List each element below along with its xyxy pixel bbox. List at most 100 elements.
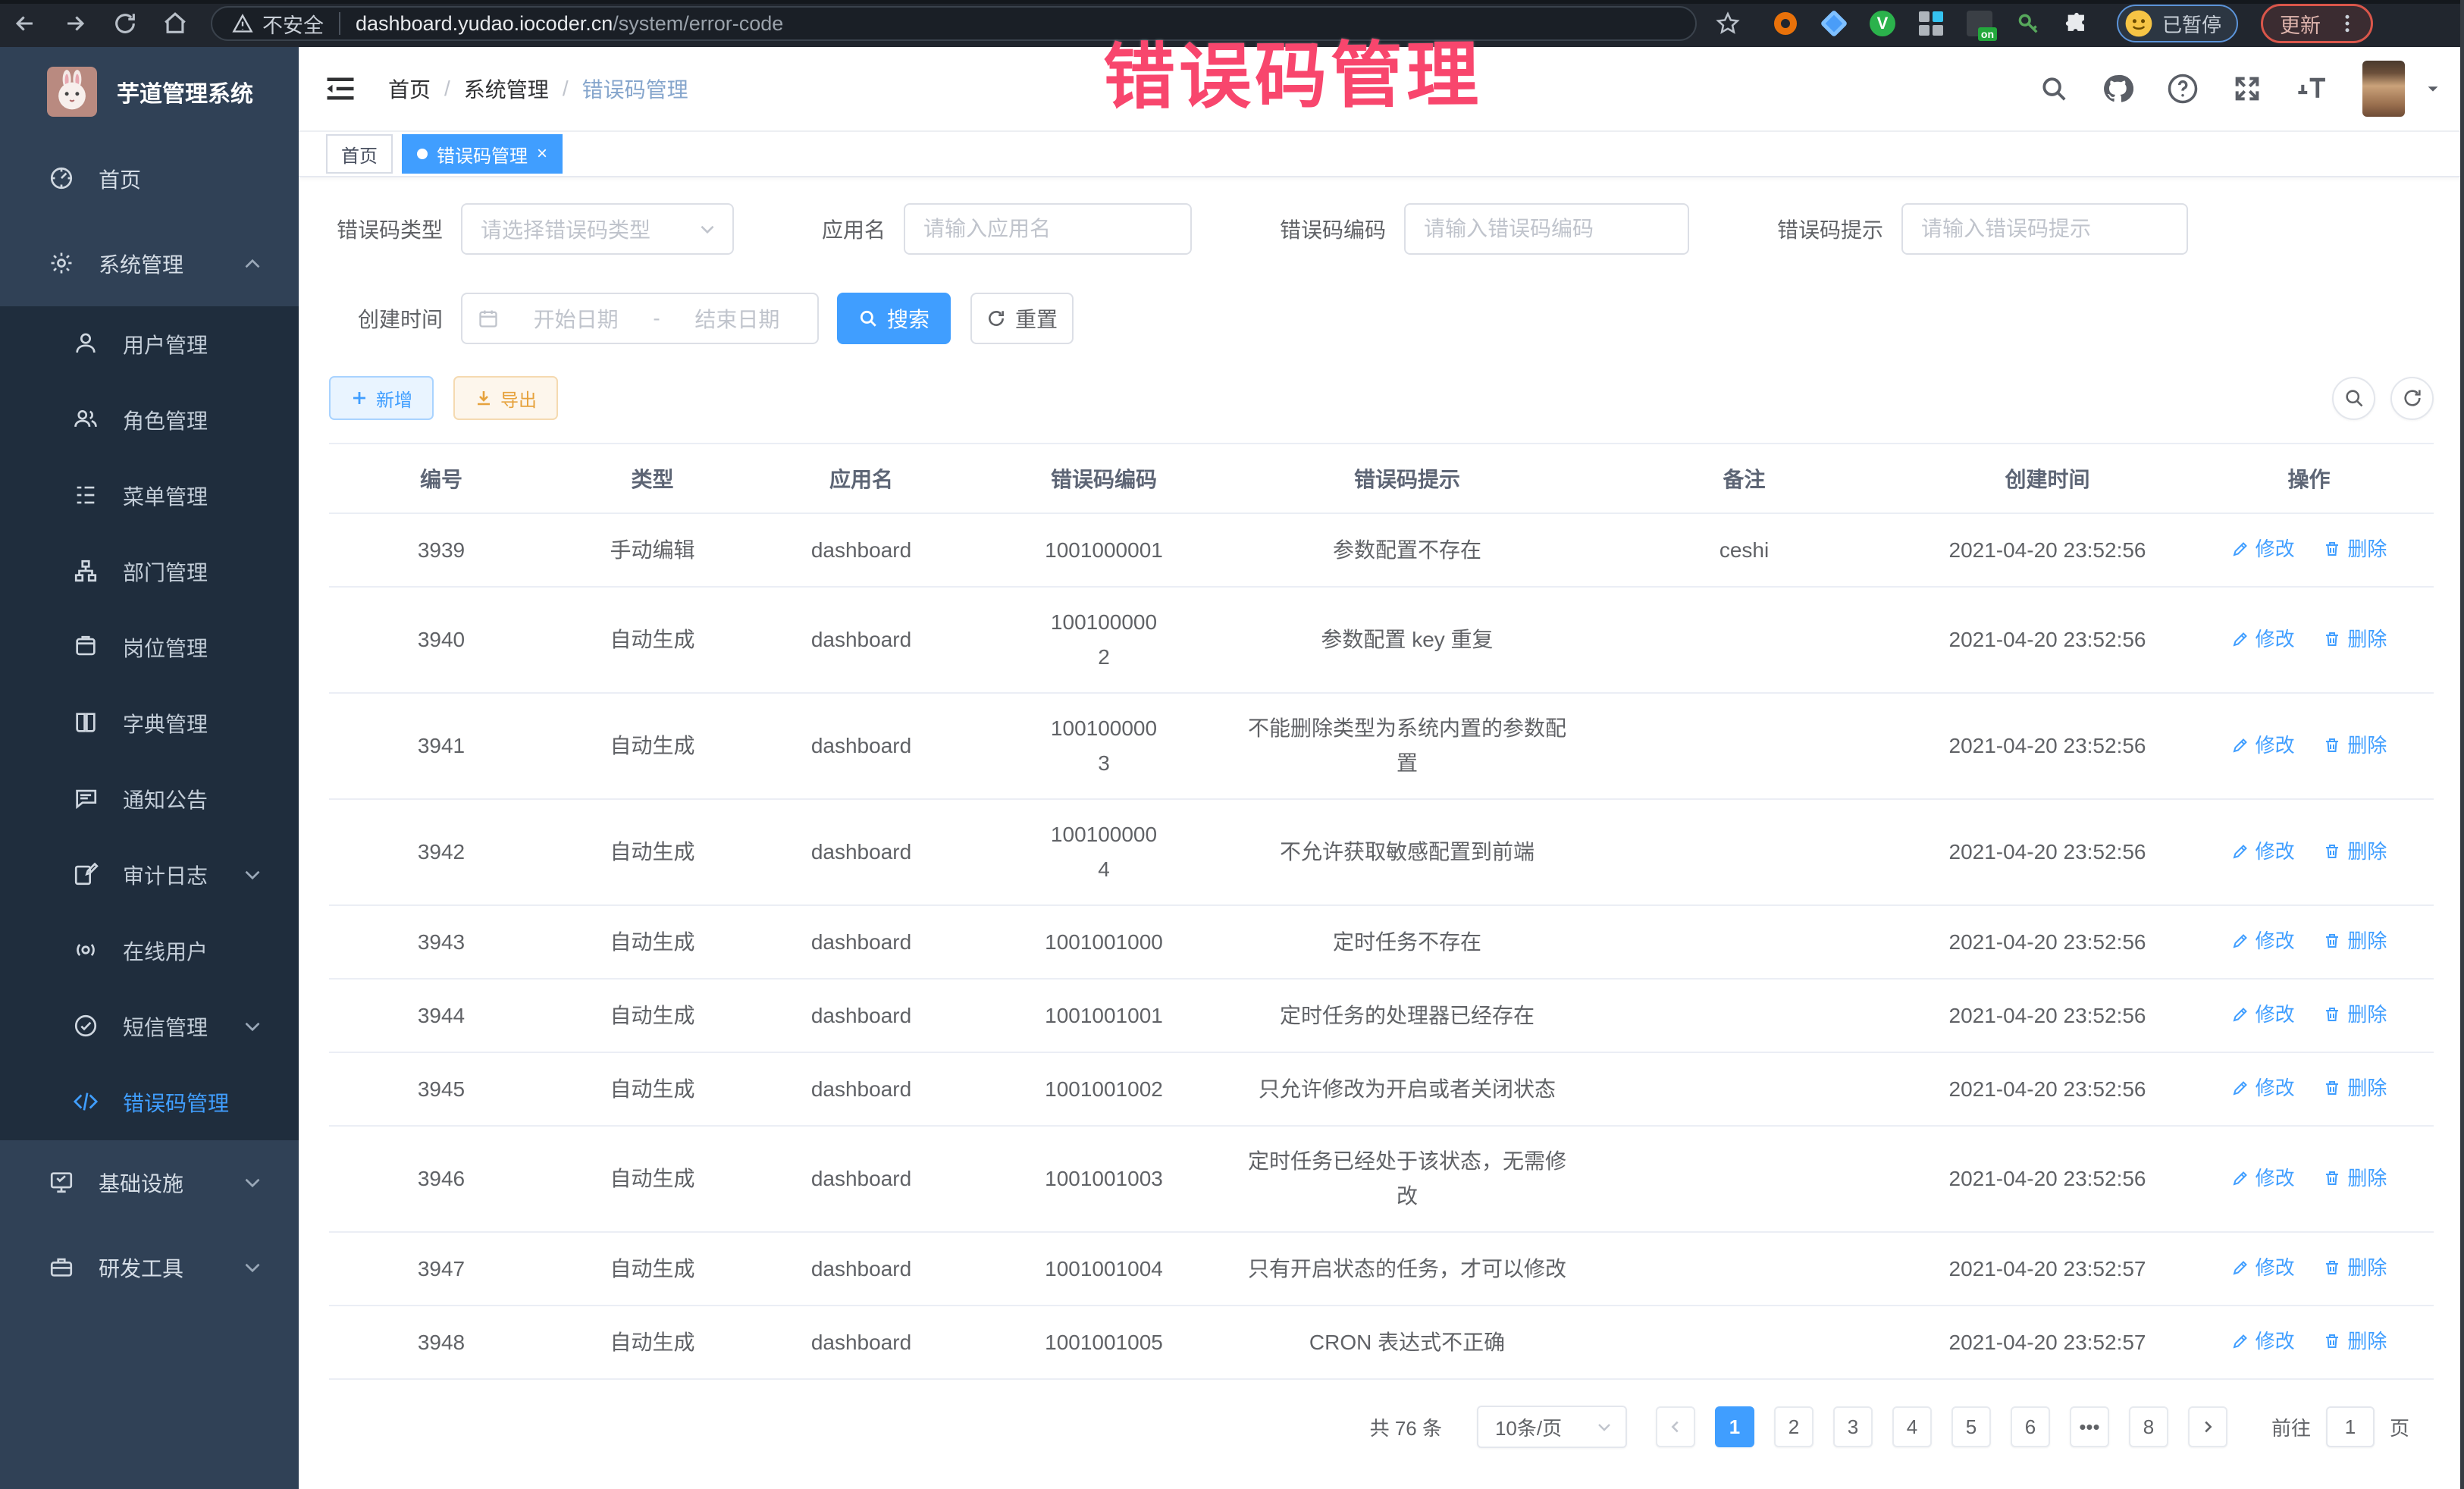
search-button[interactable]: 搜索 [837, 293, 951, 344]
table-row[interactable]: 3943 自动生成 dashboard 1001001000 定时任务不存在 2… [329, 905, 2434, 979]
delete-link[interactable]: 删除 [2323, 531, 2387, 566]
table-row[interactable]: 3947 自动生成 dashboard 1001001004 只有开启状态的任务… [329, 1232, 2434, 1306]
next-page-button[interactable] [2188, 1406, 2227, 1447]
app-logo-row[interactable]: 芋道管理系统 [0, 47, 299, 136]
edit-link[interactable]: 修改 [2231, 1161, 2295, 1196]
add-button[interactable]: 新增 [329, 376, 434, 420]
delete-link[interactable]: 删除 [2323, 1161, 2387, 1196]
edit-link[interactable]: 修改 [2231, 1324, 2295, 1359]
table-row[interactable]: 3941 自动生成 dashboard 1001000003 不能删除类型为系统… [329, 693, 2434, 799]
sidebar-toggle-hamburger-icon[interactable] [324, 75, 356, 102]
browser-update-button[interactable]: 更新 [2261, 4, 2373, 43]
edit-link[interactable]: 修改 [2231, 531, 2295, 566]
prev-page-button[interactable] [1656, 1406, 1695, 1447]
page-button-3[interactable]: 3 [1833, 1406, 1873, 1447]
sidebar-item-角色管理[interactable]: 角色管理 [0, 382, 299, 458]
user-menu-caret-icon[interactable] [2425, 80, 2441, 97]
sidebar-item-通知公告[interactable]: 通知公告 [0, 761, 299, 837]
sidebar-item-岗位管理[interactable]: 岗位管理 [0, 610, 299, 685]
sidebar-item-基础设施[interactable]: 基础设施 [0, 1140, 299, 1225]
sidebar-item-系统管理[interactable]: 系统管理 [0, 221, 299, 306]
browser-home-icon[interactable] [150, 0, 200, 47]
font-size-icon[interactable] [2296, 74, 2329, 104]
delete-link[interactable]: 删除 [2323, 923, 2387, 958]
sidebar-item-错误码管理[interactable]: 错误码管理 [0, 1064, 299, 1140]
delete-link[interactable]: 删除 [2323, 1324, 2387, 1359]
delete-link[interactable]: 删除 [2323, 997, 2387, 1032]
error-code-type-select[interactable]: 请选择错误码类型 [461, 203, 734, 255]
edit-link[interactable]: 修改 [2231, 997, 2295, 1032]
extension-squares-icon[interactable] [1917, 9, 1945, 38]
app-name-input[interactable] [905, 205, 1190, 253]
edit-link[interactable]: 修改 [2231, 1071, 2295, 1105]
github-icon[interactable] [2102, 73, 2133, 105]
edit-link[interactable]: 修改 [2231, 834, 2295, 869]
browser-back-icon[interactable] [0, 0, 50, 47]
page-button-4[interactable]: 4 [1892, 1406, 1932, 1447]
extension-gem-icon[interactable] [1820, 9, 1848, 38]
table-row[interactable]: 3946 自动生成 dashboard 1001001003 定时任务已经处于该… [329, 1126, 2434, 1232]
refresh-circle-button[interactable] [2390, 377, 2434, 420]
extension-green-v-icon[interactable]: V [1868, 9, 1897, 38]
page-button-8[interactable]: 8 [2129, 1406, 2168, 1447]
update-label[interactable]: 更新 [2280, 9, 2321, 39]
sidebar-item-首页[interactable]: 首页 [0, 136, 299, 221]
browser-profile-chip[interactable]: 已暂停 [2117, 5, 2238, 42]
sidebar-item-菜单管理[interactable]: 菜单管理 [0, 458, 299, 534]
error-hint-input[interactable] [1903, 205, 2187, 253]
table-row[interactable]: 3948 自动生成 dashboard 1001001005 CRON 表达式不… [329, 1306, 2434, 1379]
extensions-puzzle-icon[interactable] [2062, 9, 2091, 38]
reset-button[interactable]: 重置 [970, 293, 1074, 344]
sidebar-item-短信管理[interactable]: 短信管理 [0, 989, 299, 1064]
fullscreen-icon[interactable] [2232, 74, 2262, 104]
sidebar-item-字典管理[interactable]: 字典管理 [0, 685, 299, 761]
delete-link[interactable]: 删除 [2323, 834, 2387, 869]
page-button-6[interactable]: 6 [2011, 1406, 2050, 1447]
tag-首页[interactable]: 首页 [326, 134, 393, 174]
browser-reload-icon[interactable] [100, 0, 150, 47]
sidebar-item-审计日志[interactable]: 审计日志 [0, 837, 299, 913]
export-button[interactable]: 导出 [453, 376, 558, 420]
sidebar-item-研发工具[interactable]: 研发工具 [0, 1225, 299, 1310]
sidebar-item-在线用户[interactable]: 在线用户 [0, 913, 299, 989]
table-row[interactable]: 3942 自动生成 dashboard 1001000004 不允许获取敏感配置… [329, 799, 2434, 905]
sidebar-item-部门管理[interactable]: 部门管理 [0, 534, 299, 610]
table-row[interactable]: 3945 自动生成 dashboard 1001001002 只允许修改为开启或… [329, 1052, 2434, 1126]
error-code-input[interactable] [1406, 205, 1688, 253]
goto-page-input[interactable] [2326, 1406, 2375, 1447]
toggle-search-circle-button[interactable] [2332, 377, 2375, 420]
url-domain[interactable]: dashboard.yudao.iocoder.cn [356, 12, 613, 36]
edit-link[interactable]: 修改 [2231, 1250, 2295, 1285]
table-row[interactable]: 3939 手动编辑 dashboard 1001000001 参数配置不存在 c… [329, 513, 2434, 587]
tag-close-icon[interactable]: × [537, 145, 547, 163]
page-button-1[interactable]: 1 [1715, 1406, 1754, 1447]
tag-错误码管理[interactable]: 错误码管理× [402, 134, 563, 174]
extension-orange-icon[interactable] [1771, 9, 1800, 38]
table-row[interactable]: 3940 自动生成 dashboard 1001000002 参数配置 key … [329, 587, 2434, 693]
bookmark-star-icon[interactable] [1715, 11, 1741, 36]
page-size-select[interactable]: 10条/页 [1477, 1406, 1627, 1448]
table-row[interactable]: 3944 自动生成 dashboard 1001001001 定时任务的处理器已… [329, 979, 2434, 1052]
header-search-icon[interactable] [2039, 74, 2068, 103]
breadcrumb-item[interactable]: 首页 [388, 74, 431, 104]
browser-menu-kebab-icon[interactable] [2336, 12, 2359, 35]
user-avatar[interactable] [2362, 61, 2405, 117]
date-range-picker[interactable]: 开始日期 - 结束日期 [461, 293, 819, 344]
page-more-button[interactable]: ••• [2070, 1406, 2109, 1447]
security-label[interactable]: 不安全 [262, 9, 324, 39]
extension-key-icon[interactable] [2014, 9, 2042, 38]
help-question-icon[interactable] [2167, 73, 2199, 105]
page-button-2[interactable]: 2 [1774, 1406, 1814, 1447]
delete-link[interactable]: 删除 [2323, 728, 2387, 763]
edit-link[interactable]: 修改 [2231, 728, 2295, 763]
breadcrumb-item[interactable]: 系统管理 [464, 74, 549, 104]
page-button-5[interactable]: 5 [1951, 1406, 1991, 1447]
url-path[interactable]: /system/error-code [613, 12, 783, 36]
sidebar-item-用户管理[interactable]: 用户管理 [0, 306, 299, 382]
delete-link[interactable]: 删除 [2323, 622, 2387, 657]
extension-on-switch-icon[interactable]: on [1965, 9, 1994, 38]
edit-link[interactable]: 修改 [2231, 622, 2295, 657]
delete-link[interactable]: 删除 [2323, 1071, 2387, 1105]
edit-link[interactable]: 修改 [2231, 923, 2295, 958]
delete-link[interactable]: 删除 [2323, 1250, 2387, 1285]
